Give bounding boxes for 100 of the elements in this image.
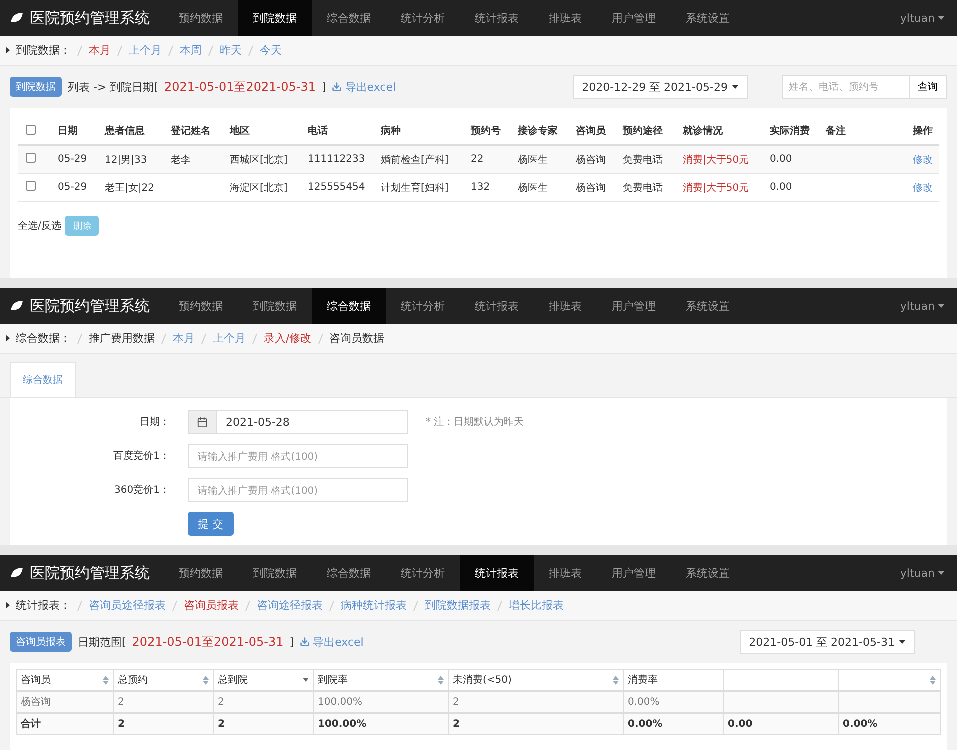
nav-menu-item[interactable]: 到院数据 — [238, 0, 312, 36]
nav-menu-item[interactable]: 统计报表 — [460, 0, 534, 36]
edit-link[interactable]: 修改 — [913, 152, 939, 166]
slash-icon — [329, 600, 335, 612]
brand-logo[interactable]: 医院预约管理系统 — [10, 0, 164, 36]
table-cell-text: 05-29 — [58, 182, 88, 193]
table-cell: 合计 — [17, 714, 114, 735]
nav-menu-item[interactable]: 系统设置 — [671, 0, 745, 36]
breadcrumb-link[interactable]: 上个月 — [213, 331, 246, 346]
caret-icon — [899, 640, 906, 644]
caret-icon — [6, 602, 10, 609]
leaf-icon — [10, 300, 24, 312]
breadcrumb-link[interactable]: 本月 — [173, 331, 195, 346]
date-range-dropdown[interactable]: 2021-05-01 至 2021-05-31 — [740, 630, 915, 654]
slash-icon — [77, 44, 83, 56]
column-header: 预约号 — [471, 124, 502, 138]
nav-menu-item[interactable]: 用户管理 — [597, 0, 671, 36]
breadcrumb-link[interactable]: 本月 — [89, 43, 111, 58]
table-cell-text: 12|男|33 — [105, 154, 148, 166]
input-field[interactable]: 请输入推广费用 格式(100) — [188, 444, 408, 468]
breadcrumb-link[interactable]: 上个月 — [129, 43, 162, 58]
breadcrumb-link[interactable]: 本周 — [180, 43, 202, 58]
checkbox[interactable] — [26, 181, 36, 191]
date-field[interactable]: 2021-05-28 — [216, 410, 408, 434]
nav-menu-item[interactable]: 系统设置 — [671, 288, 745, 324]
slash-icon — [252, 332, 258, 344]
brand-logo[interactable]: 医院预约管理系统 — [10, 288, 164, 324]
table-cell-text: 22 — [471, 154, 485, 165]
user-menu[interactable]: yltuan — [888, 0, 957, 36]
nav-menu-item[interactable]: 统计报表 — [460, 288, 534, 324]
table-cell: 0.00% — [624, 714, 724, 735]
breadcrumb-link[interactable]: 录入/修改 — [264, 331, 312, 346]
section-badge: 到院数据 — [10, 77, 62, 97]
nav-menu-item[interactable]: 统计报表 — [460, 555, 534, 591]
user-menu[interactable]: yltuan — [888, 288, 957, 324]
nav-menu-item[interactable]: 系统设置 — [671, 555, 745, 591]
breadcrumb-link[interactable]: 咨询员报表 — [184, 598, 239, 613]
slash-icon — [161, 332, 167, 344]
export-link[interactable]: 导出excel — [300, 634, 364, 650]
nav-menu-item[interactable]: 统计分析 — [386, 0, 460, 36]
breadcrumb-link[interactable]: 今天 — [260, 43, 282, 58]
nav-menu-item[interactable]: 到院数据 — [238, 288, 312, 324]
export-link[interactable]: 导出excel — [332, 80, 396, 94]
nav-menu-item[interactable]: 排班表 — [534, 288, 597, 324]
nav-menu-item[interactable]: 用户管理 — [597, 555, 671, 591]
slash-icon — [201, 332, 207, 344]
edit-link[interactable]: 修改 — [913, 180, 939, 194]
date-range-text: 2021-05-01至2021-05-31 — [164, 78, 316, 96]
sort-icon[interactable] — [613, 676, 619, 684]
tab[interactable]: 综合数据 — [10, 362, 76, 397]
table-cell: 2 — [214, 714, 314, 735]
breadcrumb-link[interactable]: 推广费用数据 — [89, 331, 155, 346]
sort-icon[interactable] — [930, 676, 936, 684]
section-badge: 咨询员报表 — [10, 632, 72, 652]
nav-menu-item[interactable]: 综合数据 — [312, 288, 386, 324]
caret-icon — [938, 571, 945, 575]
breadcrumb-link[interactable]: 昨天 — [220, 43, 242, 58]
checkbox[interactable] — [26, 153, 36, 163]
user-menu[interactable]: yltuan — [888, 555, 957, 591]
nav-menu-item[interactable]: 排班表 — [534, 555, 597, 591]
date-range-dropdown[interactable]: 2020-12-29 至 2021-05-29 — [573, 75, 748, 99]
date-range-text: 2021-05-01至2021-05-31 — [132, 634, 284, 650]
breadcrumb-link[interactable]: 咨询员数据 — [330, 331, 385, 346]
field-label: 日期： — [140, 416, 170, 429]
table-cell-text: 0.00 — [770, 154, 794, 165]
input-field[interactable]: 请输入推广费用 格式(100) — [188, 478, 408, 502]
breadcrumb-link[interactable]: 增长比报表 — [509, 598, 564, 613]
sort-icon[interactable] — [103, 676, 109, 684]
checkbox[interactable] — [26, 124, 36, 134]
breadcrumb-link[interactable]: 咨询员途径报表 — [89, 598, 166, 613]
breadcrumb-link[interactable]: 到院数据报表 — [425, 598, 491, 613]
nav-menu-item[interactable]: 预约数据 — [164, 555, 238, 591]
search-button[interactable]: 查询 — [910, 75, 947, 99]
select-all-text[interactable]: 全选/反选 — [18, 219, 62, 233]
nav-menu-item[interactable]: 用户管理 — [597, 288, 671, 324]
nav-menu-item[interactable]: 综合数据 — [312, 0, 386, 36]
table-cell-text: 免费电话 — [623, 182, 664, 194]
column-header: 地区 — [230, 124, 251, 138]
table-cell-text: 杨医生 — [518, 182, 549, 194]
table-cell-text: 婚前检查[产科] — [381, 154, 450, 166]
search-field[interactable]: 姓名、电话、预约号 — [782, 75, 910, 99]
brand-logo[interactable]: 医院预约管理系统 — [10, 555, 164, 591]
nav-menu-item[interactable]: 到院数据 — [238, 555, 312, 591]
breadcrumb-label: 综合数据： — [16, 331, 71, 346]
breadcrumb-link[interactable]: 咨询途径报表 — [257, 598, 323, 613]
brand-title: 医院预约管理系统 — [30, 8, 150, 28]
table-cell-text: 海淀区[北京] — [230, 182, 289, 194]
sort-descending-icon[interactable] — [303, 678, 309, 682]
sort-icon[interactable] — [203, 676, 209, 684]
nav-menu-item[interactable]: 综合数据 — [312, 555, 386, 591]
breadcrumb-link[interactable]: 病种统计报表 — [341, 598, 407, 613]
sort-icon[interactable] — [438, 676, 444, 684]
nav-menu-item[interactable]: 预约数据 — [164, 0, 238, 36]
calendar-addon[interactable] — [188, 410, 216, 434]
brand-title: 医院预约管理系统 — [30, 564, 150, 582]
submit-button[interactable]: 提 交 — [188, 512, 234, 536]
nav-menu-item[interactable]: 统计分析 — [386, 288, 460, 324]
nav-menu-item[interactable]: 预约数据 — [164, 288, 238, 324]
nav-menu-item[interactable]: 统计分析 — [386, 555, 460, 591]
nav-menu-item[interactable]: 排班表 — [534, 0, 597, 36]
